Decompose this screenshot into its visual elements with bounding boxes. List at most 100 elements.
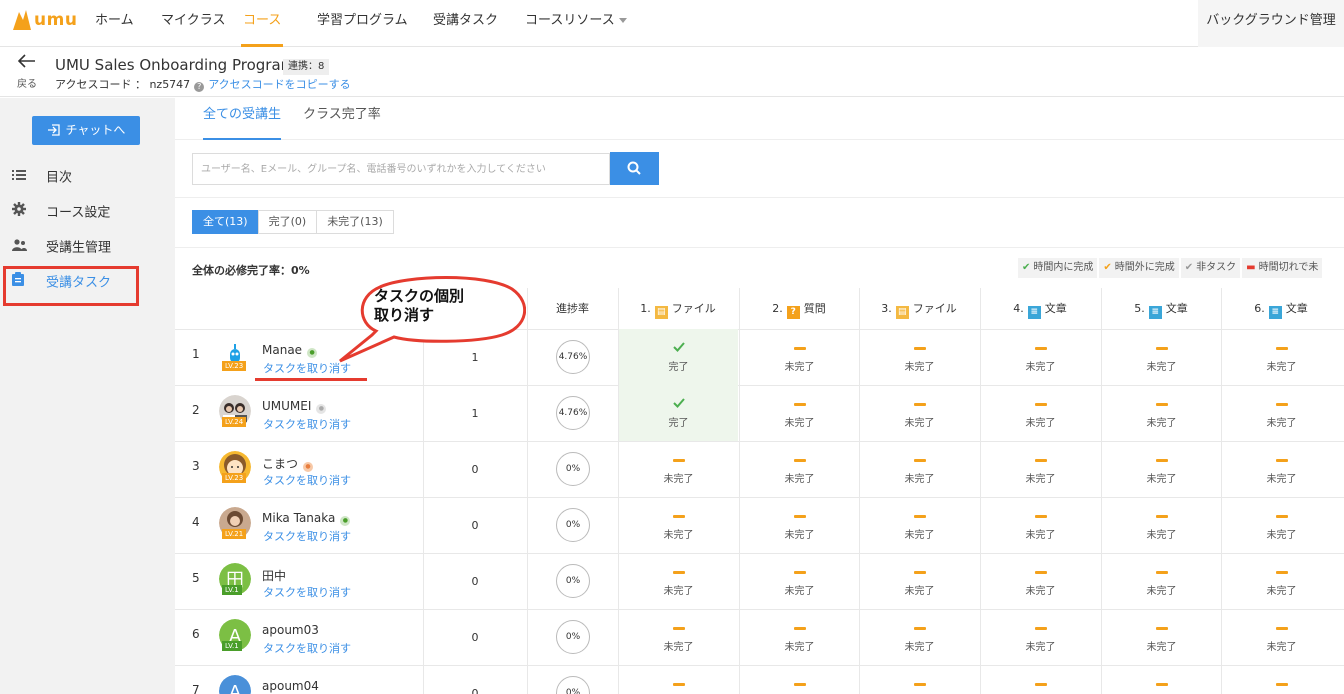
task-status-label: 未完了 [1146, 586, 1177, 597]
task-status-label: 未完了 [904, 586, 935, 597]
task-status-cell[interactable] [1222, 665, 1341, 694]
filter-incomplete[interactable]: 未完了(13) [316, 210, 394, 234]
task-status-cell[interactable]: 未完了 [740, 441, 859, 497]
task-status-cell[interactable]: 未完了 [619, 609, 738, 665]
task-status-cell[interactable]: 未完了 [860, 553, 979, 609]
nav-learning-program[interactable]: 学習プログラム [317, 0, 408, 47]
task-status-cell[interactable]: 未完了 [740, 497, 859, 553]
task-status-cell[interactable]: 未完了 [981, 385, 1100, 441]
nav-course-tasks[interactable]: 受講タスク [433, 0, 498, 47]
task-status-cell[interactable]: 未完了 [860, 497, 979, 553]
task-status-cell[interactable]: 未完了 [619, 553, 738, 609]
column-header-task[interactable]: 4. ≡ 文章 [980, 288, 1100, 329]
nav-course[interactable]: コース [240, 0, 284, 47]
task-status-cell[interactable]: 未完了 [1102, 609, 1221, 665]
top-nav: umu ホーム マイクラス コース 学習プログラム 受講タスク コースリソース バックグラ… [0, 0, 1344, 47]
table-row: 5 田 LV.1 田中 タスクを取り消す 0 0% 未完了 未完了 未完了 未完了 未完了 未完了 [175, 553, 1344, 609]
row-number: 5 [192, 571, 200, 585]
nav-home[interactable]: ホーム [95, 0, 134, 47]
task-status-cell[interactable] [1102, 665, 1221, 694]
task-status-cell[interactable]: 未完了 [860, 329, 979, 385]
task-status-cell[interactable]: 未完了 [1222, 385, 1341, 441]
student-name[interactable]: 田中 [262, 567, 286, 584]
task-status-cell[interactable]: 未完了 [619, 497, 738, 553]
task-status-cell[interactable]: 未完了 [860, 441, 979, 497]
sidebar-item-student-management[interactable]: 受講生管理 [12, 235, 111, 261]
task-status-label: 完了 [668, 362, 689, 373]
column-header-task[interactable]: 1. ▤ ファイル [618, 288, 738, 329]
back-label[interactable]: 戻る [17, 75, 37, 90]
task-status-cell[interactable]: 未完了 [981, 553, 1100, 609]
sidebar-item-course-settings[interactable]: コース設定 [12, 200, 110, 226]
task-status-cell[interactable]: 未完了 [740, 553, 859, 609]
nav-course-resources[interactable]: コースリソース [525, 0, 627, 47]
student-name[interactable]: apoum03 [262, 623, 319, 637]
task-status-cell[interactable]: 未完了 [1102, 553, 1221, 609]
task-status-cell[interactable]: 未完了 [740, 609, 859, 665]
progress-circle: 0% [556, 508, 590, 542]
task-status-cell[interactable] [740, 665, 859, 694]
column-header-task[interactable]: 6. ≡ 文章 [1221, 288, 1341, 329]
student-name[interactable]: こまつ ● [262, 455, 314, 472]
task-status-cell[interactable]: 未完了 [860, 609, 979, 665]
student-name[interactable]: Mika Tanaka ● [262, 511, 351, 526]
task-status-cell[interactable] [981, 665, 1100, 694]
task-status-cell[interactable]: 未完了 [1222, 553, 1341, 609]
row-number: 1 [192, 347, 200, 361]
cancel-task-link[interactable]: タスクを取り消す [263, 584, 351, 600]
student-name[interactable]: UMUMEI ● [262, 399, 327, 414]
task-status-cell[interactable]: 完了 [619, 329, 738, 385]
table-row: 6 A LV.1 apoum03 タスクを取り消す 0 0% 未完了 未完了 未完了 未完了 未完了未… [175, 609, 1344, 665]
search-input[interactable]: ユーザー名、Eメール、グループ名、電話番号のいずれかを入力してください [192, 153, 610, 185]
filter-complete[interactable]: 完了(0) [257, 210, 318, 234]
task-status-cell[interactable]: 未完了 [1102, 441, 1221, 497]
student-name[interactable]: Manae ● [262, 343, 318, 358]
filter-all[interactable]: 全て(13) [192, 210, 259, 234]
task-status-cell[interactable] [619, 665, 738, 694]
dash-icon [793, 683, 806, 686]
task-status-cell[interactable]: 完了 [619, 385, 738, 441]
svg-text:A: A [229, 682, 242, 694]
task-status-cell[interactable]: 未完了 [1222, 441, 1341, 497]
column-header-task[interactable]: 5. ≡ 文章 [1101, 288, 1221, 329]
task-status-cell[interactable]: 未完了 [1222, 609, 1341, 665]
task-status-cell[interactable]: 未完了 [619, 441, 738, 497]
back-arrow-icon[interactable] [18, 54, 36, 68]
help-icon[interactable]: ? [194, 82, 205, 92]
task-status-cell[interactable]: 未完了 [1222, 497, 1341, 553]
cancel-task-link[interactable]: タスクを取り消す [263, 640, 351, 656]
tab-class-completion[interactable]: クラス完了率 [303, 98, 381, 140]
task-status-cell[interactable]: 未完了 [1222, 329, 1341, 385]
nav-my-class[interactable]: マイクラス [161, 0, 225, 47]
student-name[interactable]: apoum04 [262, 679, 319, 693]
cancel-task-link[interactable]: タスクを取り消す [263, 528, 351, 544]
task-status-cell[interactable]: 未完了 [1102, 385, 1221, 441]
task-status-cell[interactable]: 未完了 [981, 329, 1100, 385]
task-status-cell[interactable]: 未完了 [740, 329, 859, 385]
task-type-label: ファイル [671, 302, 716, 315]
task-status-cell[interactable]: 未完了 [981, 497, 1100, 553]
cancel-task-link[interactable]: タスクを取り消す [263, 416, 351, 432]
student-name-text: apoum03 [262, 623, 319, 637]
task-status-cell[interactable]: 未完了 [860, 385, 979, 441]
background-admin-button[interactable]: バックグラウンド管理 [1198, 0, 1344, 47]
task-status-cell[interactable]: 未完了 [1102, 497, 1221, 553]
copy-access-code-link[interactable]: アクセスコードをコピーする [208, 78, 350, 91]
column-header-task[interactable]: 2.? 質問 [739, 288, 859, 329]
tab-all-students[interactable]: 全ての受講生 [203, 98, 282, 140]
cancel-task-link[interactable]: タスクを取り消す [263, 472, 351, 488]
task-status-cell[interactable]: 未完了 [981, 441, 1100, 497]
column-header-task[interactable]: 3. ▤ ファイル [859, 288, 979, 329]
level-badge: LV.23 [222, 361, 247, 371]
status-filter-group: 全て(13) 完了(0) 未完了(13) [192, 210, 394, 234]
column-header-progress: 進捗率 [556, 302, 589, 315]
task-status-cell[interactable]: 未完了 [740, 385, 859, 441]
task-status-cell[interactable]: 未完了 [981, 609, 1100, 665]
chat-button[interactable]: チャットへ [32, 116, 140, 145]
dash-icon [1155, 683, 1168, 686]
task-status-cell[interactable]: 未完了 [1102, 329, 1221, 385]
search-button[interactable] [610, 152, 659, 185]
sidebar-item-contents[interactable]: 目次 [12, 165, 72, 191]
umu-logo[interactable]: umu [12, 6, 78, 36]
task-status-cell[interactable] [860, 665, 979, 694]
